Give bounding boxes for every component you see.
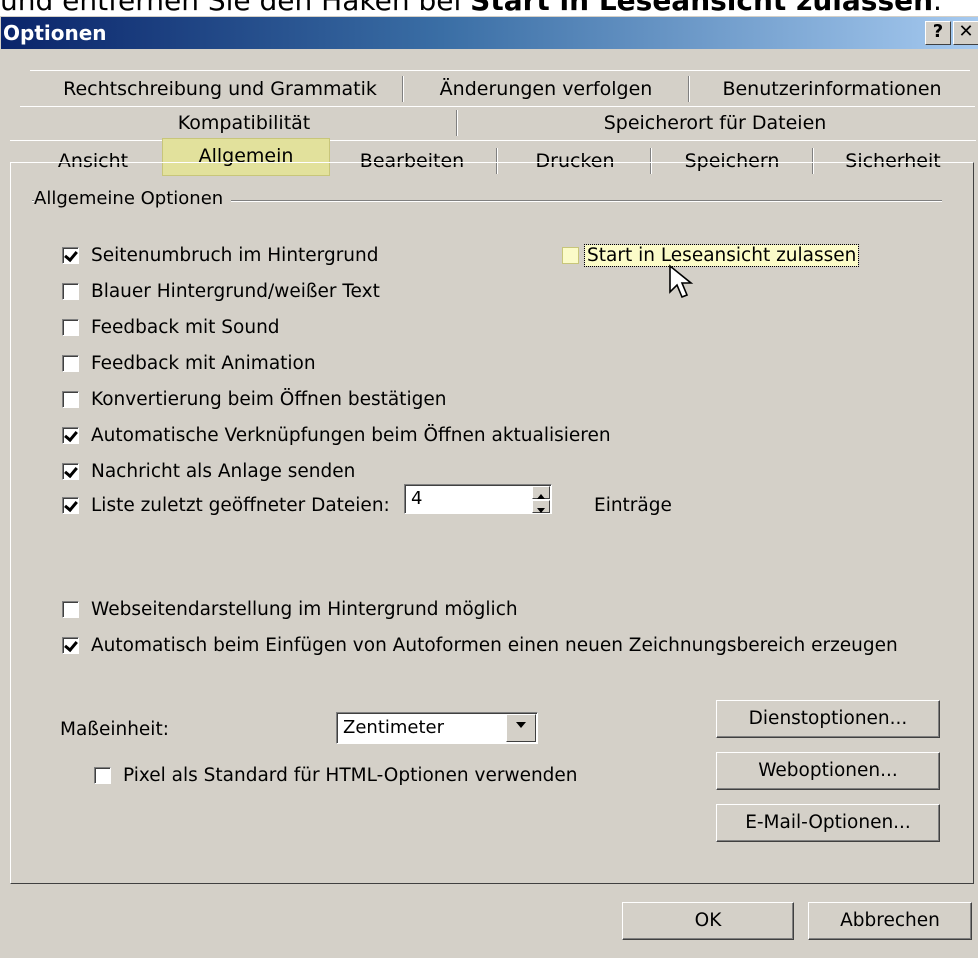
option-label: Blauer Hintergrund/weißer Text: [91, 280, 380, 302]
option-leseansicht[interactable]: Start in Leseansicht zulassen: [562, 242, 860, 268]
option-label: Pixel als Standard für HTML-Optionen ver…: [123, 764, 578, 786]
checkbox[interactable]: [62, 282, 79, 300]
checkbox[interactable]: [62, 636, 79, 654]
checkbox[interactable]: [62, 246, 79, 264]
option-label: Automatische Verknüpfungen beim Öffnen a…: [91, 424, 611, 446]
option-feedback-animation[interactable]: Feedback mit Animation: [62, 350, 316, 376]
option-nachricht-anlage[interactable]: Nachricht als Anlage senden: [62, 458, 355, 484]
checkbox[interactable]: [62, 426, 79, 444]
option-konvertierung[interactable]: Konvertierung beim Öffnen bestätigen: [62, 386, 446, 412]
option-label: Start in Leseansicht zulassen: [583, 243, 860, 267]
checkbox[interactable]: [62, 354, 79, 372]
tab-rechtschreibung[interactable]: Rechtschreibung und Grammatik: [40, 72, 400, 106]
instruction-caption: und entfernen Sie den Haken bei Start in…: [0, 0, 942, 16]
checkbox[interactable]: [62, 496, 79, 514]
close-button[interactable]: ✕: [953, 21, 978, 45]
service-options-button[interactable]: Dienstoptionen...: [716, 700, 940, 738]
checkbox[interactable]: [62, 462, 79, 480]
option-verknuepfungen[interactable]: Automatische Verknüpfungen beim Öffnen a…: [62, 422, 611, 448]
units-dropdown-button[interactable]: [506, 714, 536, 742]
option-webseitendarstellung[interactable]: Webseitendarstellung im Hintergrund mögl…: [62, 596, 518, 622]
spin-up-button[interactable]: [532, 486, 550, 499]
ok-button[interactable]: OK: [622, 902, 794, 940]
option-pixel-standard[interactable]: Pixel als Standard für HTML-Optionen ver…: [94, 762, 578, 788]
checkbox[interactable]: [62, 390, 79, 408]
mouse-cursor-icon: [668, 264, 694, 304]
window-title: Optionen: [3, 21, 107, 45]
caption-prefix: und entfernen Sie den Haken bei: [0, 0, 471, 17]
recent-files-suffix: Einträge: [594, 494, 672, 516]
option-zeichnungsbereich[interactable]: Automatisch beim Einfügen von Autoformen…: [62, 632, 898, 658]
option-label: Liste zuletzt geöffneter Dateien:: [91, 494, 390, 516]
checkbox[interactable]: [94, 766, 111, 784]
group-label: Allgemeine Optionen: [34, 188, 232, 210]
units-label: Maßeinheit:: [60, 718, 169, 740]
tab-kompatibilitaet[interactable]: Kompatibilität: [34, 106, 454, 140]
option-feedback-sound[interactable]: Feedback mit Sound: [62, 314, 280, 340]
option-seitenumbruch[interactable]: Seitenumbruch im Hintergrund: [62, 242, 379, 268]
checkbox[interactable]: [62, 600, 79, 618]
chevron-down-icon: [516, 722, 526, 728]
option-label: Konvertierung beim Öffnen bestätigen: [91, 388, 447, 410]
option-label: Nachricht als Anlage senden: [91, 460, 356, 482]
tab-benutzerinformationen[interactable]: Benutzerinformationen: [692, 72, 972, 106]
option-label: Feedback mit Animation: [91, 352, 316, 374]
checkbox[interactable]: [562, 246, 579, 264]
web-options-button[interactable]: Weboptionen...: [716, 752, 940, 790]
option-label: Seitenumbruch im Hintergrund: [91, 244, 379, 266]
spin-down-button[interactable]: [532, 500, 550, 513]
cancel-button[interactable]: Abbrechen: [808, 902, 972, 940]
arrow-down-icon: [537, 508, 545, 513]
option-label: Webseitendarstellung im Hintergrund mögl…: [91, 598, 518, 620]
checkbox[interactable]: [62, 318, 79, 336]
caption-bold: Start in Leseansicht zulassen: [470, 0, 934, 17]
help-button[interactable]: ?: [925, 21, 951, 45]
option-blauer-hintergrund[interactable]: Blauer Hintergrund/weißer Text: [62, 278, 380, 304]
recent-files-count-input[interactable]: 4: [404, 484, 552, 514]
tab-speicherort[interactable]: Speicherort für Dateien: [460, 106, 970, 140]
caption-suffix: .: [933, 0, 942, 17]
email-options-button[interactable]: E-Mail-Optionen...: [716, 804, 940, 842]
option-label: Feedback mit Sound: [91, 316, 280, 338]
option-label: Automatisch beim Einfügen von Autoformen…: [91, 634, 898, 656]
tab-aenderungen[interactable]: Änderungen verfolgen: [406, 72, 686, 106]
option-zuletzt-geoeffnet[interactable]: Liste zuletzt geöffneter Dateien:: [62, 492, 390, 518]
title-bar: Optionen ? ✕: [1, 17, 978, 49]
